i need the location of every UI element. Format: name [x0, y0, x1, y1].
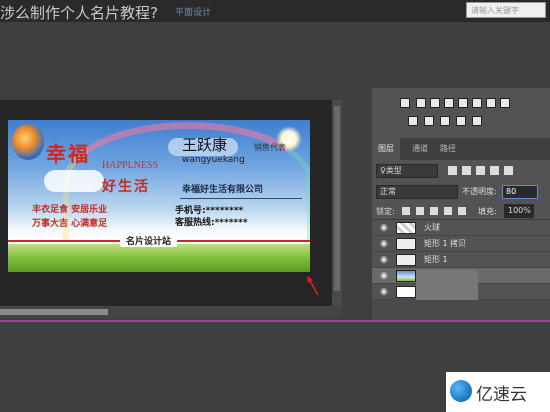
layer-thumbnail	[396, 286, 416, 298]
fireball-logo-icon	[12, 124, 44, 160]
eye-icon[interactable]: ◉	[380, 255, 390, 265]
layer-row[interactable]: ◉ 矩形 1 拷贝	[372, 236, 550, 252]
hue-icon[interactable]	[472, 98, 482, 108]
gradient-map-icon[interactable]	[456, 116, 466, 126]
category-tag[interactable]: 平面设计	[175, 5, 211, 18]
fill-input[interactable]: 100%	[504, 204, 534, 218]
page-title: 涉么制作个人名片教程?	[0, 4, 158, 22]
fill-label: 填充:	[478, 207, 497, 216]
card-hotline: 客服热线:*******	[175, 218, 248, 228]
horizontal-scrollbar[interactable]	[0, 306, 342, 318]
grass-graphic	[8, 244, 310, 272]
layer-name: 矩形 1	[424, 255, 448, 264]
pixel-filter-icon[interactable]	[448, 166, 457, 175]
business-card: 幸福 HAPPLNESS 好生活 王跃康 销售代表 wangyuekang 幸福…	[8, 120, 310, 272]
panel-tabs: 图层 通道 路径	[372, 138, 550, 160]
smart-filter-icon[interactable]	[504, 166, 513, 175]
lock-label: 锁定:	[376, 207, 395, 216]
curves-icon[interactable]	[416, 98, 426, 108]
red-arrow-icon	[307, 276, 319, 296]
layers-footer-toolbar	[372, 300, 550, 320]
scrollbar-thumb[interactable]	[0, 309, 108, 315]
layer-filter-row: ♀类型	[372, 160, 550, 182]
screenshot-root: 涉么制作个人名片教程? 平面设计 请输入关键字 幸福 HAPPLNESS 好生活…	[0, 0, 550, 412]
shape-filter-icon[interactable]	[490, 166, 499, 175]
blend-mode-select[interactable]: 正常	[376, 185, 458, 199]
eye-icon[interactable]: ◉	[380, 239, 390, 249]
layer-thumbnail	[396, 254, 416, 266]
bw-icon[interactable]	[500, 98, 510, 108]
watermark-logo: 亿速云	[446, 372, 550, 412]
type-filter-icon[interactable]	[476, 166, 485, 175]
layer-name: 火球	[424, 223, 440, 232]
lock-image-icon[interactable]	[416, 207, 424, 215]
web-header: 涉么制作个人名片教程? 平面设计 请输入关键字	[0, 0, 550, 22]
tab-paths[interactable]: 路径	[434, 138, 462, 160]
tab-channels[interactable]: 通道	[406, 138, 434, 160]
blend-row: 正常 不透明度: 80	[372, 182, 550, 202]
adjust-filter-icon[interactable]	[462, 166, 471, 175]
lock-transparent-icon[interactable]	[402, 207, 410, 215]
layer-thumbnail	[396, 238, 416, 250]
cloud-logo-icon	[450, 380, 472, 402]
eye-icon[interactable]: ◉	[380, 223, 390, 233]
lock-row: 锁定: 填充: 100%	[372, 202, 550, 220]
vibrance-icon[interactable]	[458, 98, 468, 108]
brand-sub: 好生活	[102, 179, 150, 195]
card-pinyin: wangyuekang	[182, 155, 245, 165]
card-name: 王跃康	[182, 136, 228, 154]
brand-en: HAPPLNESS	[102, 160, 159, 171]
layer-thumbnail	[396, 270, 416, 282]
adjustments-panel	[372, 88, 550, 134]
posterize-icon[interactable]	[424, 116, 434, 126]
scrollbar-thumb[interactable]	[334, 106, 340, 291]
cloud-graphic	[44, 170, 104, 192]
balance-icon[interactable]	[486, 98, 496, 108]
eye-icon[interactable]: ◉	[380, 287, 390, 297]
card-studio: 名片设计站	[120, 234, 178, 247]
card-role: 销售代表	[254, 143, 286, 152]
opacity-label: 不透明度:	[462, 187, 497, 196]
invert-icon[interactable]	[408, 116, 418, 126]
slogan-line-2: 万事大吉 心满意足	[32, 219, 108, 229]
card-company: 幸福好生活有限公司	[182, 185, 264, 195]
kind-filter-select[interactable]: ♀类型	[376, 164, 438, 178]
brightness-icon[interactable]	[400, 98, 410, 108]
eye-icon[interactable]: ◉	[380, 271, 390, 281]
search-input[interactable]: 请输入关键字	[466, 2, 546, 18]
layer-thumbnail	[396, 222, 416, 234]
lock-position-icon[interactable]	[430, 207, 438, 215]
slogan-line-1: 丰衣足食 安居乐业	[32, 205, 108, 215]
layer-row[interactable]: ◉ 火球	[372, 220, 550, 236]
vertical-scrollbar[interactable]	[332, 100, 342, 306]
layer-name: 矩形 1 拷贝	[424, 239, 467, 248]
watermark-text: 亿速云	[476, 385, 527, 405]
levels-icon[interactable]	[430, 98, 440, 108]
opacity-input[interactable]: 80	[502, 185, 538, 199]
company-underline	[180, 198, 302, 199]
exposure-icon[interactable]	[444, 98, 454, 108]
brand-main: 幸福	[46, 142, 90, 166]
lock-all-icon[interactable]	[458, 207, 466, 215]
threshold-icon[interactable]	[440, 116, 450, 126]
selective-color-icon[interactable]	[472, 116, 482, 126]
magenta-divider	[0, 320, 550, 322]
lock-artboard-icon[interactable]	[444, 207, 452, 215]
layer-row[interactable]: ◉ 矩形 1	[372, 252, 550, 268]
tab-layers[interactable]: 图层	[372, 138, 400, 160]
